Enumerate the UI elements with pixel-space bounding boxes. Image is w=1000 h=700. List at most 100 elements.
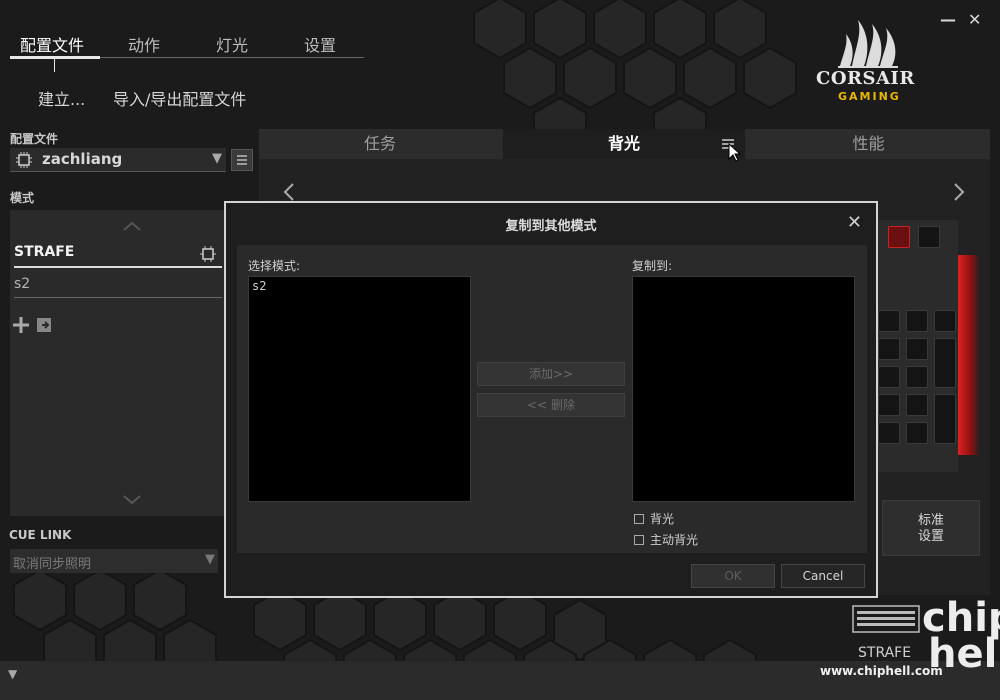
import-icon[interactable] xyxy=(36,316,56,334)
hexagon-tile xyxy=(713,0,767,60)
keyboard-key[interactable] xyxy=(878,422,900,444)
profile-menu-button[interactable] xyxy=(231,149,253,171)
chip-icon xyxy=(16,152,32,168)
mode-item-label: s2 xyxy=(14,276,31,292)
copy-to-label: 复制到: xyxy=(632,259,673,273)
keyboard-key[interactable] xyxy=(934,338,956,388)
standard-settings-button[interactable]: 标准 设置 xyxy=(882,500,980,556)
create-profile-link[interactable]: 建立... xyxy=(38,86,85,110)
keyboard-key[interactable] xyxy=(906,394,928,416)
hexagon-tile xyxy=(493,588,547,652)
profile-name: zachliang xyxy=(42,150,123,168)
checkbox-label: 主动背光 xyxy=(650,533,699,547)
hexagon-tile xyxy=(133,568,187,632)
hexagon-tile xyxy=(253,588,307,652)
close-icon[interactable]: ✕ xyxy=(847,212,862,233)
device-name: STRAFE xyxy=(858,645,912,661)
keyboard-key[interactable] xyxy=(878,310,900,332)
add-button[interactable]: 添加>> xyxy=(477,362,625,386)
backlight-glow xyxy=(958,255,980,455)
keyboard-key[interactable] xyxy=(878,366,900,388)
profile-label: 配置文件 xyxy=(10,132,59,146)
remove-button[interactable]: << 删除 xyxy=(477,393,625,417)
checkbox-box[interactable] xyxy=(634,514,644,524)
hexagon-tile xyxy=(653,0,707,60)
keyboard-preview xyxy=(878,220,958,472)
dialog-title: 复制到其他模式 xyxy=(505,219,597,234)
hexagon-tile xyxy=(373,588,427,652)
plus-icon[interactable] xyxy=(12,316,32,334)
hexagon-tile xyxy=(473,0,527,60)
tab-profiles[interactable]: 配置文件 xyxy=(20,32,84,56)
copy-to-mode-dialog: 复制到其他模式 ✕ 选择模式: s2 添加>> << 删除 复制到: 背光 主动… xyxy=(224,201,878,598)
chip-icon xyxy=(200,246,216,262)
keyboard-key[interactable] xyxy=(878,394,900,416)
keyboard-device-icon[interactable] xyxy=(852,602,922,636)
source-mode-list[interactable]: s2 xyxy=(248,276,471,502)
hexagon-tile xyxy=(623,46,677,110)
tab-backlight[interactable]: 背光 xyxy=(503,129,745,159)
keyboard-key[interactable] xyxy=(878,338,900,360)
checkbox-label: 背光 xyxy=(650,512,675,526)
dialog-body: 选择模式: s2 添加>> << 删除 复制到: 背光 主动背光 xyxy=(237,245,867,553)
hexagon-tile xyxy=(683,46,737,110)
checkbox-box[interactable] xyxy=(634,535,644,545)
active-tab-tick xyxy=(54,58,55,72)
key-red[interactable] xyxy=(888,226,910,248)
hexagon-tile xyxy=(593,0,647,60)
chevron-down-icon[interactable]: ▼ xyxy=(8,667,17,681)
cue-link-select[interactable]: 取消同步照明 ▼ xyxy=(10,549,218,573)
mouse-cursor-icon xyxy=(728,143,742,162)
keyboard-key[interactable] xyxy=(918,226,940,248)
active-backlight-checkbox[interactable]: 主动背光 xyxy=(634,531,698,548)
sails-icon xyxy=(838,20,898,68)
hexagon-tile xyxy=(13,568,67,632)
standard-settings-line1: 标准 xyxy=(917,513,944,528)
chevron-down-icon: ▼ xyxy=(212,151,222,166)
chevron-up-icon[interactable] xyxy=(122,220,142,232)
hexagon-tile xyxy=(433,588,487,652)
chevron-right-icon[interactable] xyxy=(952,182,966,202)
tab-performance[interactable]: 性能 xyxy=(747,129,990,159)
tab-actions[interactable]: 动作 xyxy=(128,32,160,56)
main-tabbar: 任务 背光 性能 xyxy=(259,129,990,159)
mode-item-s2[interactable]: s2 xyxy=(14,274,222,298)
cue-link-label: CUE LINK xyxy=(9,528,72,542)
close-icon[interactable]: ✕ xyxy=(968,10,981,29)
keyboard-key[interactable] xyxy=(934,310,956,332)
mode-item-label: STRAFE xyxy=(14,244,75,260)
import-export-link[interactable]: 导入/导出配置文件 xyxy=(113,86,246,110)
standard-settings-line2: 设置 xyxy=(917,529,944,544)
chevron-down-icon[interactable] xyxy=(122,494,142,506)
select-mode-label: 选择模式: xyxy=(248,259,301,273)
keyboard-key[interactable] xyxy=(906,310,928,332)
tab-lighting[interactable]: 灯光 xyxy=(216,32,248,56)
active-tab-underline xyxy=(10,56,100,59)
hexagon-tile xyxy=(563,46,617,110)
mode-panel: STRAFE s2 xyxy=(10,210,226,516)
hexagon-tile xyxy=(503,46,557,110)
target-mode-list[interactable] xyxy=(632,276,855,502)
brand-name: CORSAIR xyxy=(816,68,915,89)
mode-item-strafe[interactable]: STRAFE xyxy=(14,242,222,268)
hexagon-tile xyxy=(743,46,797,110)
tab-settings[interactable]: 设置 xyxy=(304,32,336,56)
menu-icon xyxy=(237,155,247,165)
profile-select[interactable]: zachliang ▼ xyxy=(10,148,226,172)
list-item[interactable]: s2 xyxy=(252,279,266,293)
watermark-logo: chip hell xyxy=(922,598,1000,677)
ok-button[interactable]: OK xyxy=(691,564,775,588)
keyboard-key[interactable] xyxy=(906,422,928,444)
corsair-logo: CORSAIR GAMING xyxy=(812,16,924,106)
keyboard-key[interactable] xyxy=(906,366,928,388)
cue-link-value: 取消同步照明 xyxy=(13,557,92,572)
backlight-checkbox[interactable]: 背光 xyxy=(634,510,674,527)
cancel-button[interactable]: Cancel xyxy=(781,564,865,588)
hexagon-tile xyxy=(313,588,367,652)
chevron-left-icon[interactable] xyxy=(282,182,296,202)
keyboard-key[interactable] xyxy=(934,394,956,444)
tab-tasks[interactable]: 任务 xyxy=(259,129,501,159)
watermark-logo-line2: hell xyxy=(928,631,1000,677)
minimize-icon[interactable]: — xyxy=(940,10,956,29)
keyboard-key[interactable] xyxy=(906,338,928,360)
